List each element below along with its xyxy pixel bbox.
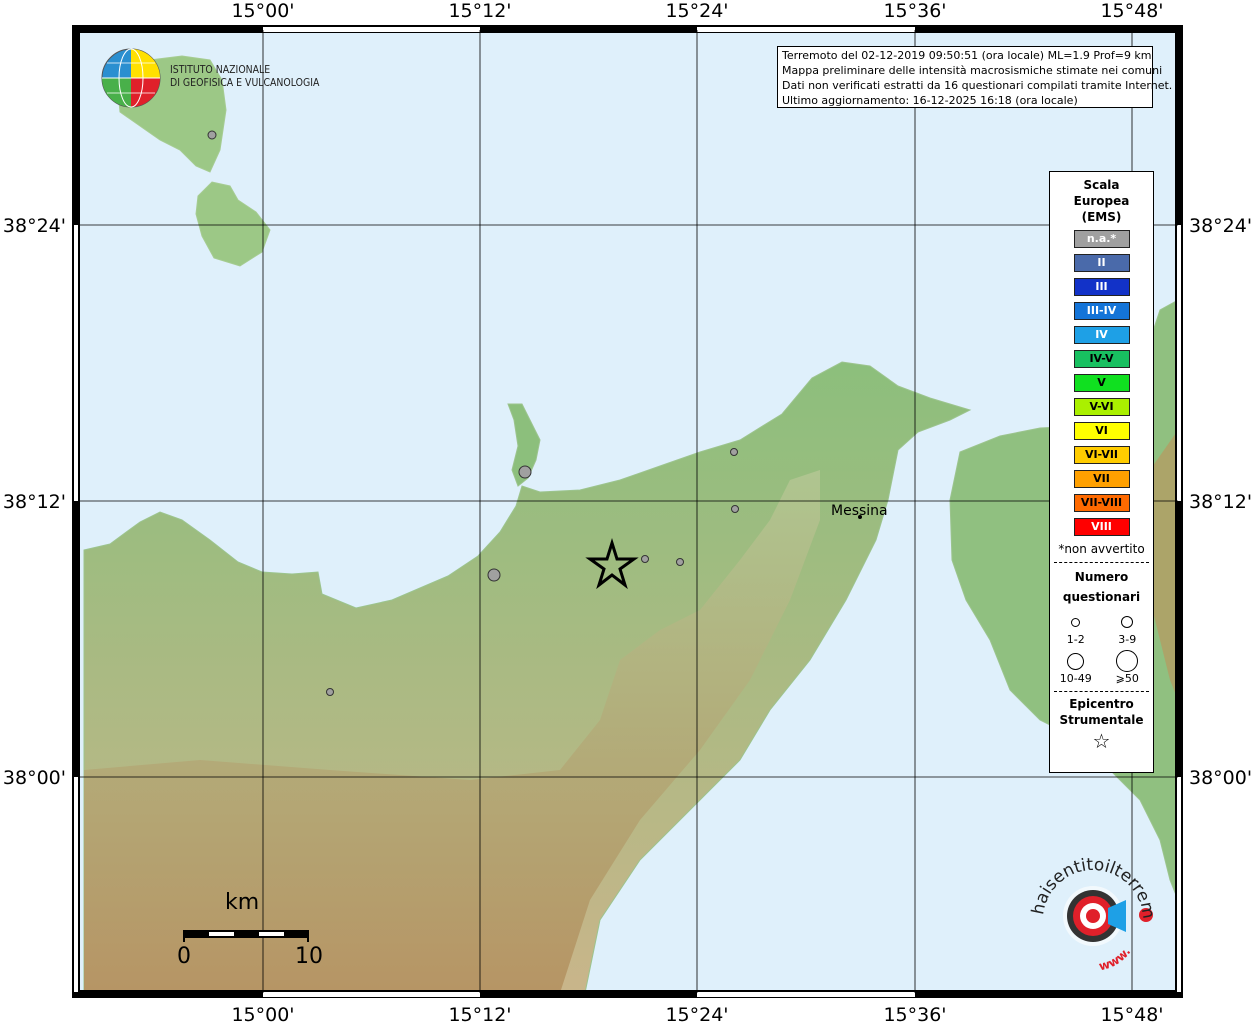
- ems-swatch: VIII: [1073, 518, 1130, 536]
- q-size-label: 10-49: [1059, 672, 1092, 685]
- event-info-line1: Terremoto del 02-12-2019 09:50:51 (ora l…: [782, 49, 1152, 62]
- scale-unit-label: km: [225, 890, 260, 915]
- lon-tick-bottom-1: 15°00': [231, 1004, 294, 1024]
- frame-border-left: [72, 25, 80, 998]
- ems-swatch: III-IV: [1073, 302, 1130, 320]
- q-size-label: 1-2: [1066, 633, 1085, 646]
- ems-swatch: V-VI: [1073, 398, 1130, 416]
- q-size-3-9: 3-9: [1102, 611, 1154, 646]
- questionnaire-title-line2: questionari: [1062, 590, 1141, 604]
- lat-tick-left-2: 38°12': [3, 491, 66, 513]
- q-circle-large-icon: [1067, 652, 1085, 670]
- frame-border-right: [1175, 25, 1183, 998]
- lon-tick-top-1: 15°00': [231, 0, 294, 22]
- ems-swatch: VI: [1073, 422, 1130, 440]
- event-info-box: Terremoto del 02-12-2019 09:50:51 (ora l…: [777, 46, 1173, 108]
- lon-tick-top-2: 15°12': [448, 0, 511, 22]
- scale-start-label: 0: [177, 944, 191, 969]
- lon-tick-top-4: 15°36': [883, 0, 946, 22]
- q-size-label: ⩾50: [1115, 672, 1139, 685]
- legend-divider: [1054, 562, 1149, 563]
- epicenter-title: Epicentro Strumentale: [1050, 696, 1153, 728]
- locality-marker[interactable]: [730, 448, 738, 456]
- q-circle-xlarge-icon: [1116, 650, 1139, 672]
- ems-scale-list: n.a.* II III III-IV IV IV-V V V-VI VI VI-VII VII VI…: [1050, 230, 1153, 536]
- q-size-1-2: 1-2: [1050, 611, 1102, 646]
- questionnaire-title: Numero questionari: [1050, 567, 1153, 607]
- ems-swatch: VI-VII: [1073, 446, 1130, 464]
- lon-tick-bottom-2: 15°12': [448, 1004, 511, 1024]
- lat-tick-left-1: 38°24': [3, 215, 66, 237]
- locality-marker[interactable]: [487, 568, 501, 582]
- ingv-logo-icon: [101, 48, 161, 108]
- lon-tick-top-5: 15°48': [1100, 0, 1163, 22]
- lon-tick-bottom-5: 15°48': [1100, 1004, 1163, 1024]
- event-info-line2: Mappa preliminare delle intensità macros…: [782, 64, 1163, 77]
- ems-legend: Scala Europea (EMS) n.a.* II III III-IV IV IV…: [1049, 171, 1154, 773]
- legend-title-line3: (EMS): [1081, 210, 1122, 224]
- ems-swatch: II: [1073, 254, 1130, 272]
- locality-marker[interactable]: [518, 465, 532, 479]
- ems-swatch: III: [1073, 278, 1130, 296]
- ingv-logo-text: ISTITUTO NAZIONALE DI GEOFISICA E VULCAN…: [170, 63, 319, 89]
- lon-tick-top-3: 15°24': [665, 0, 728, 22]
- legend-note: *non avvertito: [1058, 542, 1145, 556]
- lat-tick-right-2: 38°12': [1189, 491, 1252, 513]
- event-info-line3: Dati non verificati estratti da 16 quest…: [782, 79, 1173, 92]
- q-size-10-49: 10-49: [1050, 650, 1102, 685]
- frame-border-bottom: [72, 990, 1183, 998]
- city-label-messina: Messina: [831, 503, 888, 519]
- lat-tick-right-1: 38°24': [1189, 215, 1252, 237]
- lat-tick-right-3: 38°00': [1189, 767, 1252, 789]
- event-info-line4: Ultimo aggiornamento: 16-12-2025 16:18 (…: [782, 94, 1078, 107]
- legend-title: Scala Europea (EMS): [1050, 177, 1153, 225]
- ems-swatch: V: [1073, 374, 1130, 392]
- lat-tick-left-3: 38°00': [3, 767, 66, 789]
- ems-swatch: VII: [1073, 470, 1130, 488]
- ems-swatch: n.a.*: [1073, 230, 1130, 248]
- q-circle-medium-icon: [1121, 616, 1134, 628]
- locality-marker[interactable]: [731, 505, 739, 513]
- locality-marker[interactable]: [326, 688, 334, 696]
- locality-marker[interactable]: [207, 130, 217, 140]
- ems-swatch: VII-VIII: [1073, 494, 1130, 512]
- epicenter-title-line2: Strumentale: [1059, 713, 1144, 727]
- epicenter-legend-star-icon: ☆: [1092, 729, 1111, 753]
- scale-end-label: 10: [295, 944, 323, 969]
- questionnaire-title-line1: Numero: [1074, 570, 1129, 584]
- ingv-logo-line1: ISTITUTO NAZIONALE: [170, 63, 271, 76]
- legend-divider: [1054, 691, 1149, 692]
- legend-title-line2: Europea: [1073, 194, 1130, 208]
- legend-title-line1: Scala: [1083, 178, 1120, 192]
- locality-marker[interactable]: [676, 558, 684, 566]
- ingv-logo-line2: DI GEOFISICA E VULCANOLOGIA: [170, 76, 320, 89]
- lon-tick-bottom-3: 15°24': [665, 1004, 728, 1024]
- q-size-label: 3-9: [1118, 633, 1137, 646]
- q-circle-small-icon: [1071, 617, 1081, 627]
- q-size-50plus: ⩾50: [1102, 650, 1154, 685]
- ems-swatch: IV: [1073, 326, 1130, 344]
- ems-swatch: IV-V: [1073, 350, 1130, 368]
- frame-border-top: [72, 25, 1183, 33]
- lon-tick-bottom-4: 15°36': [883, 1004, 946, 1024]
- epicenter-title-line1: Epicentro: [1069, 697, 1134, 711]
- locality-marker[interactable]: [641, 555, 649, 563]
- questionnaire-size-grid: 1-2 3-9 10-49 ⩾50: [1050, 611, 1153, 685]
